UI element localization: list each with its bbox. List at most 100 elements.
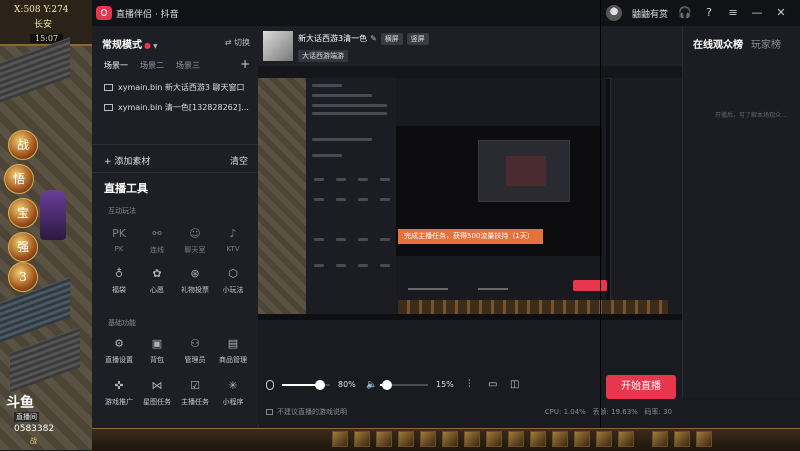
bag-icon: ♁	[114, 267, 124, 280]
headset-icon[interactable]: 🎧	[678, 6, 692, 20]
microphone-icon[interactable]	[266, 380, 274, 390]
game-slot[interactable]	[354, 431, 370, 447]
game-slot[interactable]	[508, 431, 524, 447]
shop-icon: ▤	[227, 337, 239, 350]
tab-scene-2[interactable]: 场景二	[140, 60, 164, 71]
game-battle-icon[interactable]: 战	[8, 130, 38, 160]
game-slot[interactable]	[618, 431, 634, 447]
tool-backpack[interactable]: ▣ 背包	[138, 336, 176, 365]
tool-mini-program[interactable]: ✳ 小程序	[214, 378, 252, 407]
tool-chatroom[interactable]: ☺ 聊天室	[176, 226, 214, 255]
source-item[interactable]: xymain.bin 清一色[132828262]…	[104, 102, 249, 113]
tool-streamer-tasks[interactable]: ☑ 主播任务	[176, 378, 214, 407]
tool-game-promo[interactable]: ✜ 游戏推广	[100, 378, 138, 407]
game-treasure-icon[interactable]: 宝	[8, 198, 38, 228]
category-tag[interactable]: 大话西游端游	[298, 50, 348, 62]
tab-online-audience[interactable]: 在线观众榜	[693, 36, 743, 51]
window-edge	[600, 0, 601, 430]
tool-mini-game[interactable]: ⬡ 小玩法	[214, 266, 252, 295]
help-icon[interactable]: ?	[702, 6, 716, 20]
camera-icon[interactable]: ▭	[488, 379, 497, 390]
menu-icon[interactable]: ≡	[726, 6, 740, 20]
switch-button[interactable]: ⇄ 切换	[225, 37, 250, 48]
game-slot[interactable]	[574, 431, 590, 447]
username[interactable]: 鼬鼬有赏	[632, 7, 668, 20]
mode-selector[interactable]: 常规模式 ● ▼	[102, 36, 158, 51]
minimize-icon[interactable]: —	[750, 6, 764, 20]
audience-hint: 开播后，可了解本场观众…	[715, 112, 788, 119]
info-icon	[266, 409, 273, 415]
game-power-icon[interactable]: 强	[8, 232, 38, 262]
game-slot[interactable]	[486, 431, 502, 447]
game-slot[interactable]	[398, 431, 414, 447]
cover-thumbnail[interactable]	[263, 31, 293, 61]
landscape-badge[interactable]: 横屏	[380, 33, 403, 45]
nested-right-panel	[610, 78, 682, 314]
game-slot[interactable]	[332, 431, 348, 447]
tool-wish[interactable]: ✿ 心愿	[138, 266, 176, 295]
tool-link[interactable]: ⚯ 连线	[138, 226, 176, 255]
mic-volume-knob[interactable]	[315, 380, 326, 390]
live-preview[interactable]: 完成主播任务，获得500流量扶持（1天）	[258, 66, 682, 320]
live-tools-title: 直播工具	[104, 182, 148, 195]
nested-preview	[396, 78, 606, 314]
gamepad-icon: ✜	[114, 379, 124, 392]
start-live-button[interactable]: 开始直播	[606, 375, 676, 399]
speaker-icon[interactable]: 🔈	[366, 380, 377, 390]
close-icon[interactable]: ✕	[774, 6, 788, 20]
audience-panel: 在线观众榜 玩家榜 开播后，可了解本场观众…	[682, 26, 800, 398]
task-banner[interactable]: 完成主播任务，获得500流量扶持（1天）	[398, 229, 543, 244]
clear-button[interactable]: 清空	[230, 154, 248, 167]
backpack-icon: ▣	[151, 337, 163, 350]
nested-inner-game	[506, 156, 546, 186]
game-slot[interactable]	[376, 431, 392, 447]
speaker-volume-slider[interactable]	[380, 380, 428, 390]
game-roof	[0, 37, 70, 103]
tab-player-rank[interactable]: 玩家榜	[751, 36, 781, 51]
mic-volume-slider[interactable]	[282, 380, 330, 390]
game-slot[interactable]	[552, 431, 568, 447]
douyu-room-id: 0583382	[14, 424, 55, 434]
tool-admin[interactable]: ⚇ 管理员	[176, 336, 214, 365]
game-slot[interactable]	[674, 431, 690, 447]
game-slot[interactable]	[442, 431, 458, 447]
game-slot[interactable]	[696, 431, 712, 447]
record-icon[interactable]: ◫	[510, 379, 519, 390]
nested-control-panel	[306, 78, 396, 314]
stream-title[interactable]: 新大话西游3清一色	[298, 34, 367, 43]
performance-stats: CPU: 1.04% 丢帧: 19.63% 码率: 30	[545, 407, 672, 417]
tool-live-settings[interactable]: ⚙ 直播设置	[100, 336, 138, 365]
game-number-icon[interactable]: 3	[8, 262, 38, 292]
settings-icon: ⚙	[114, 337, 124, 350]
tool-lucky-bag[interactable]: ♁ 福袋	[100, 266, 138, 295]
mini-game-icon: ⬡	[228, 267, 238, 280]
stream-info-bar: 新大话西游3清一色 ✎ 横屏 竖屏 大话西游端游	[258, 26, 682, 66]
portrait-badge[interactable]: 竖屏	[406, 33, 429, 45]
tool-ktv[interactable]: ♪ KTV	[214, 226, 252, 253]
game-slot[interactable]	[530, 431, 546, 447]
tab-scene-1[interactable]: 场景一	[104, 60, 128, 71]
speaker-volume-knob[interactable]	[382, 380, 393, 390]
add-scene-button[interactable]: +	[240, 57, 250, 71]
add-material-button[interactable]: + 添加素材	[104, 154, 150, 167]
mixer-icon[interactable]: ⫶	[468, 379, 471, 390]
game-location: 长安	[34, 20, 53, 30]
game-slot[interactable]	[652, 431, 668, 447]
avatar[interactable]	[605, 5, 622, 21]
status-bar: 不建议直播的游戏说明 CPU: 1.04% 丢帧: 19.63% 码率: 30	[258, 398, 682, 424]
game-slot[interactable]	[464, 431, 480, 447]
game-slot[interactable]	[420, 431, 436, 447]
game-slot[interactable]	[596, 431, 612, 447]
game-skill-icon[interactable]: 悟	[4, 164, 34, 194]
game-hint-link[interactable]: 不建议直播的游戏说明	[266, 407, 347, 417]
tab-scene-3[interactable]: 场景三	[176, 60, 200, 71]
tool-star-tasks[interactable]: ⋈ 星图任务	[138, 378, 176, 407]
stream-title-row: 新大话西游3清一色 ✎ 横屏 竖屏	[298, 33, 429, 45]
tool-products[interactable]: ▤ 商品管理	[214, 336, 252, 365]
link-icon: ⚯	[152, 227, 162, 240]
tool-gift-vote[interactable]: ⊛ 礼物投票	[176, 266, 214, 295]
tool-pk[interactable]: PK PK	[100, 226, 138, 253]
edit-icon[interactable]: ✎	[370, 34, 377, 43]
nested-game-bar	[398, 300, 668, 314]
source-item[interactable]: xymain.bin 新大话西游3 聊天窗口	[104, 82, 245, 93]
